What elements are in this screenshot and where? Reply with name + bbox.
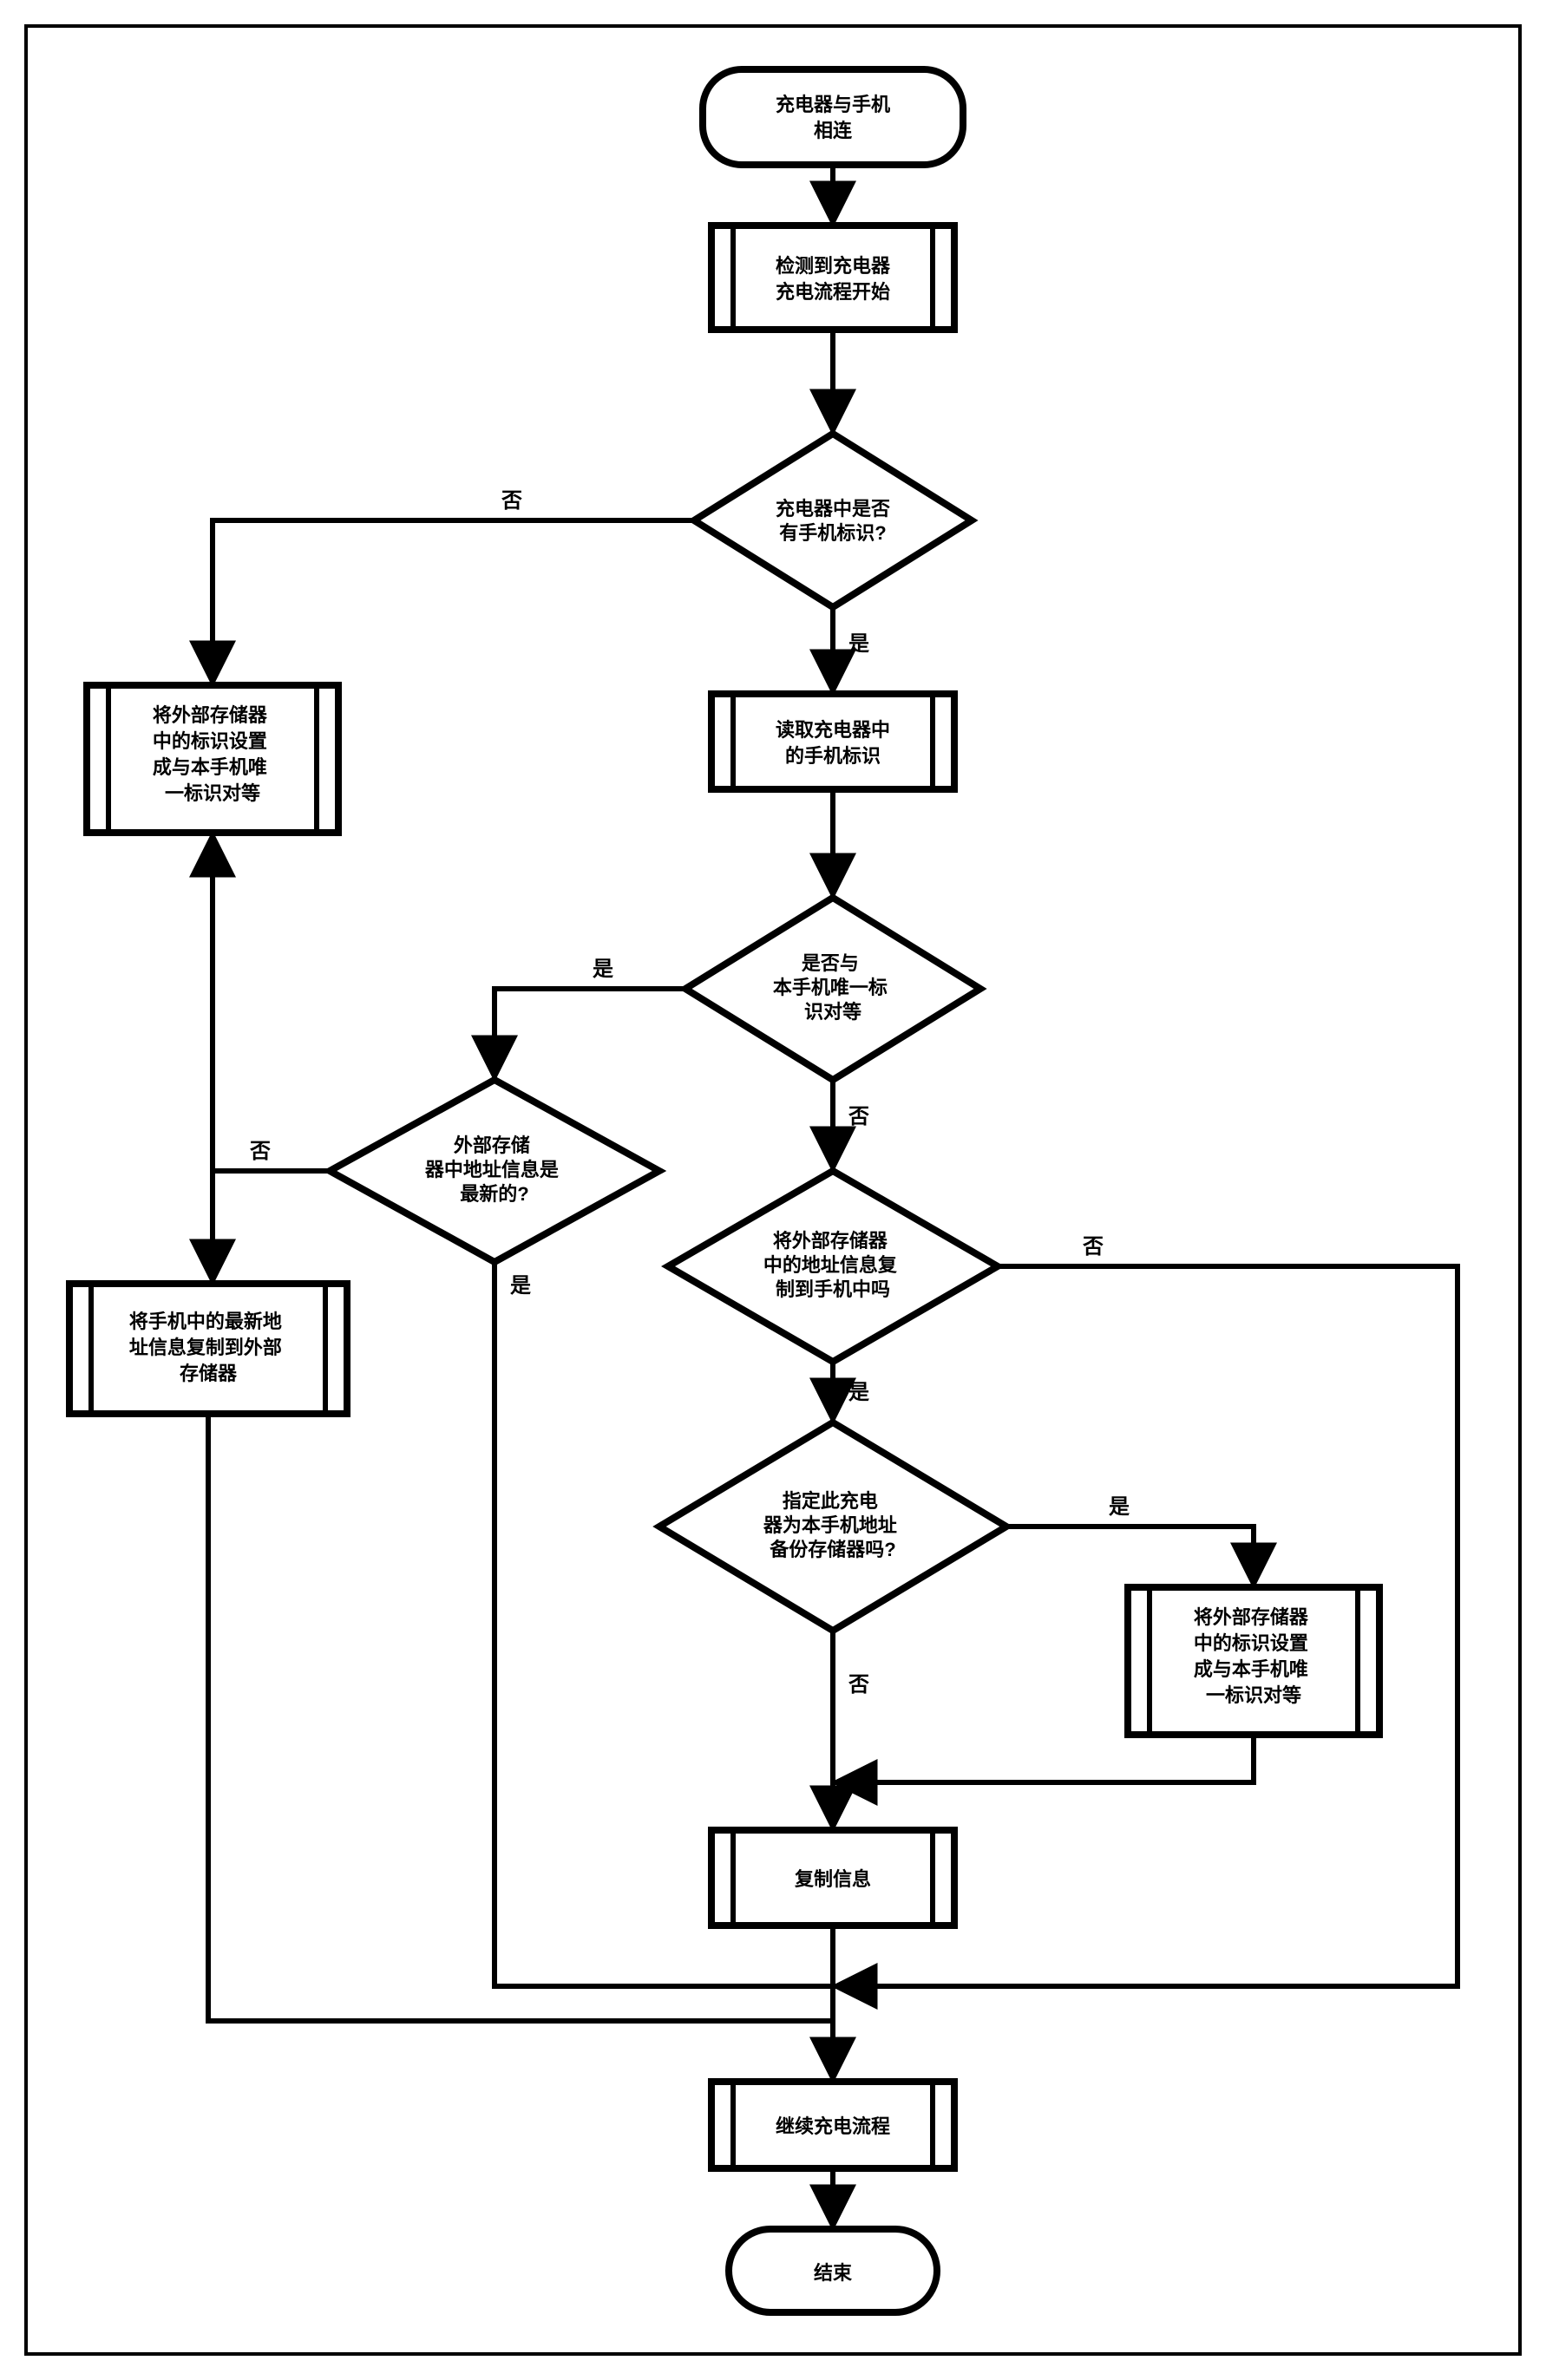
cpyext-l1: 将手机中的最新地: [129, 1311, 282, 1332]
latest-l1: 外部存储: [454, 1134, 530, 1156]
label-latest-yes: 是: [510, 1274, 531, 1298]
label-assign-yes: 是: [1109, 1495, 1130, 1519]
label-assign-no: 否: [848, 1673, 869, 1697]
match-l3: 识对等: [804, 1001, 861, 1023]
setidr-l2: 中的标识设置: [1194, 1632, 1308, 1654]
copyq-l2: 中的地址信息复: [763, 1254, 898, 1276]
setidr-l4: 一标识对等: [1206, 1684, 1301, 1706]
node-hasid: 充电器中是否有手机标识?: [694, 434, 972, 607]
edge-match-yes: [495, 989, 685, 1078]
match-l1: 是否与: [802, 952, 859, 974]
svg-text:将外部存储器 中的地址信息复 制到手: 将外部存储器 中的地址信息复 制到手机中吗: [763, 1230, 902, 1300]
start-line2: 相连: [814, 120, 853, 141]
setidl-l2: 中的标识设置: [153, 730, 267, 752]
node-copy-to-ext: 将手机中的最新地 址信息复制到外部 存储器: [69, 1284, 347, 1414]
label-hasid-yes: 是: [848, 632, 869, 656]
edge-setidr-join: [835, 1735, 1254, 1782]
end-l1: 结束: [814, 2262, 853, 2284]
setidl-l4: 一标识对等: [165, 782, 260, 804]
label-copyq-no: 否: [1082, 1235, 1104, 1259]
copyq-l1: 将外部存储器: [773, 1230, 888, 1252]
detect-line1: 检测到充电器: [776, 255, 891, 277]
copyq-l3: 制到手机中吗: [776, 1278, 890, 1300]
node-copyinfo: 复制信息: [711, 1830, 954, 1926]
readid-l2: 的手机标识: [785, 745, 881, 767]
node-detect: 检测到充电器充电流程开始: [711, 226, 954, 330]
node-setid-right: 将外部存储器 中的标识设置 成与本手机唯 一标识对等: [1128, 1587, 1379, 1735]
setidl-l3: 成与本手机唯: [153, 756, 267, 778]
flowchart-canvas: 充电器与手机相连 检测到充电器充电流程开始 充电器中是否有手机标识? 将外部存储…: [0, 0, 1546, 2380]
setidr-l3: 成与本手机唯: [1194, 1658, 1308, 1680]
copyinfo-l1: 复制信息: [794, 1868, 871, 1890]
label-match-yes: 是: [593, 958, 613, 981]
label-hasid-no: 否: [501, 489, 522, 513]
cpyext-l3: 存储器: [180, 1363, 238, 1384]
node-match: 是否与 本手机唯一标 识对等: [685, 898, 980, 1080]
edge-assign-yes: [1006, 1527, 1254, 1586]
node-continue: 继续充电流程: [711, 2082, 954, 2168]
label-latest-no: 否: [249, 1140, 271, 1163]
setidl-l1: 将外部存储器: [153, 704, 268, 726]
hasid-line1: 充电器中是否: [776, 498, 890, 520]
match-l2: 本手机唯一标: [773, 977, 888, 998]
node-start: 充电器与手机相连: [703, 69, 963, 165]
svg-text:指定此充电 器为本手机地址 备份存储: 指定此充电 器为本手机地址 备份存储器吗?: [763, 1490, 902, 1560]
detect-line2: 充电流程开始: [776, 281, 890, 303]
cpyext-l2: 址信息复制到外部: [129, 1337, 282, 1358]
edge-latest-no: [213, 834, 330, 1171]
continue-l1: 继续充电流程: [776, 2115, 890, 2137]
node-setid-left: 将外部存储器 中的标识设置 成与本手机唯 一标识对等: [87, 685, 338, 833]
readid-l1: 读取充电器中: [776, 719, 890, 741]
node-assign: 指定此充电 器为本手机地址 备份存储器吗?: [659, 1422, 1006, 1631]
edge-hasid-no: [213, 520, 694, 683]
assign-l3: 备份存储器吗?: [769, 1539, 895, 1560]
diagram-border: [26, 26, 1520, 2354]
latest-l3: 最新的?: [460, 1183, 528, 1205]
node-readid: 读取充电器中的手机标识: [711, 694, 954, 789]
latest-l2: 器中地址信息是: [424, 1159, 559, 1180]
assign-l1: 指定此充电: [783, 1490, 878, 1512]
node-end: 结束: [729, 2229, 937, 2312]
node-latest: 外部存储 器中地址信息是 最新的?: [330, 1080, 659, 1262]
label-match-no: 否: [848, 1105, 869, 1128]
node-copyq: 将外部存储器 中的地址信息复 制到手机中吗: [668, 1171, 998, 1362]
assign-l2: 器为本手机地址: [763, 1514, 897, 1536]
setidr-l1: 将外部存储器: [1194, 1606, 1309, 1628]
hasid-line2: 有手机标识?: [779, 522, 886, 544]
label-copyq-yes: 是: [848, 1381, 869, 1404]
start-line1: 充电器与手机: [776, 94, 890, 115]
